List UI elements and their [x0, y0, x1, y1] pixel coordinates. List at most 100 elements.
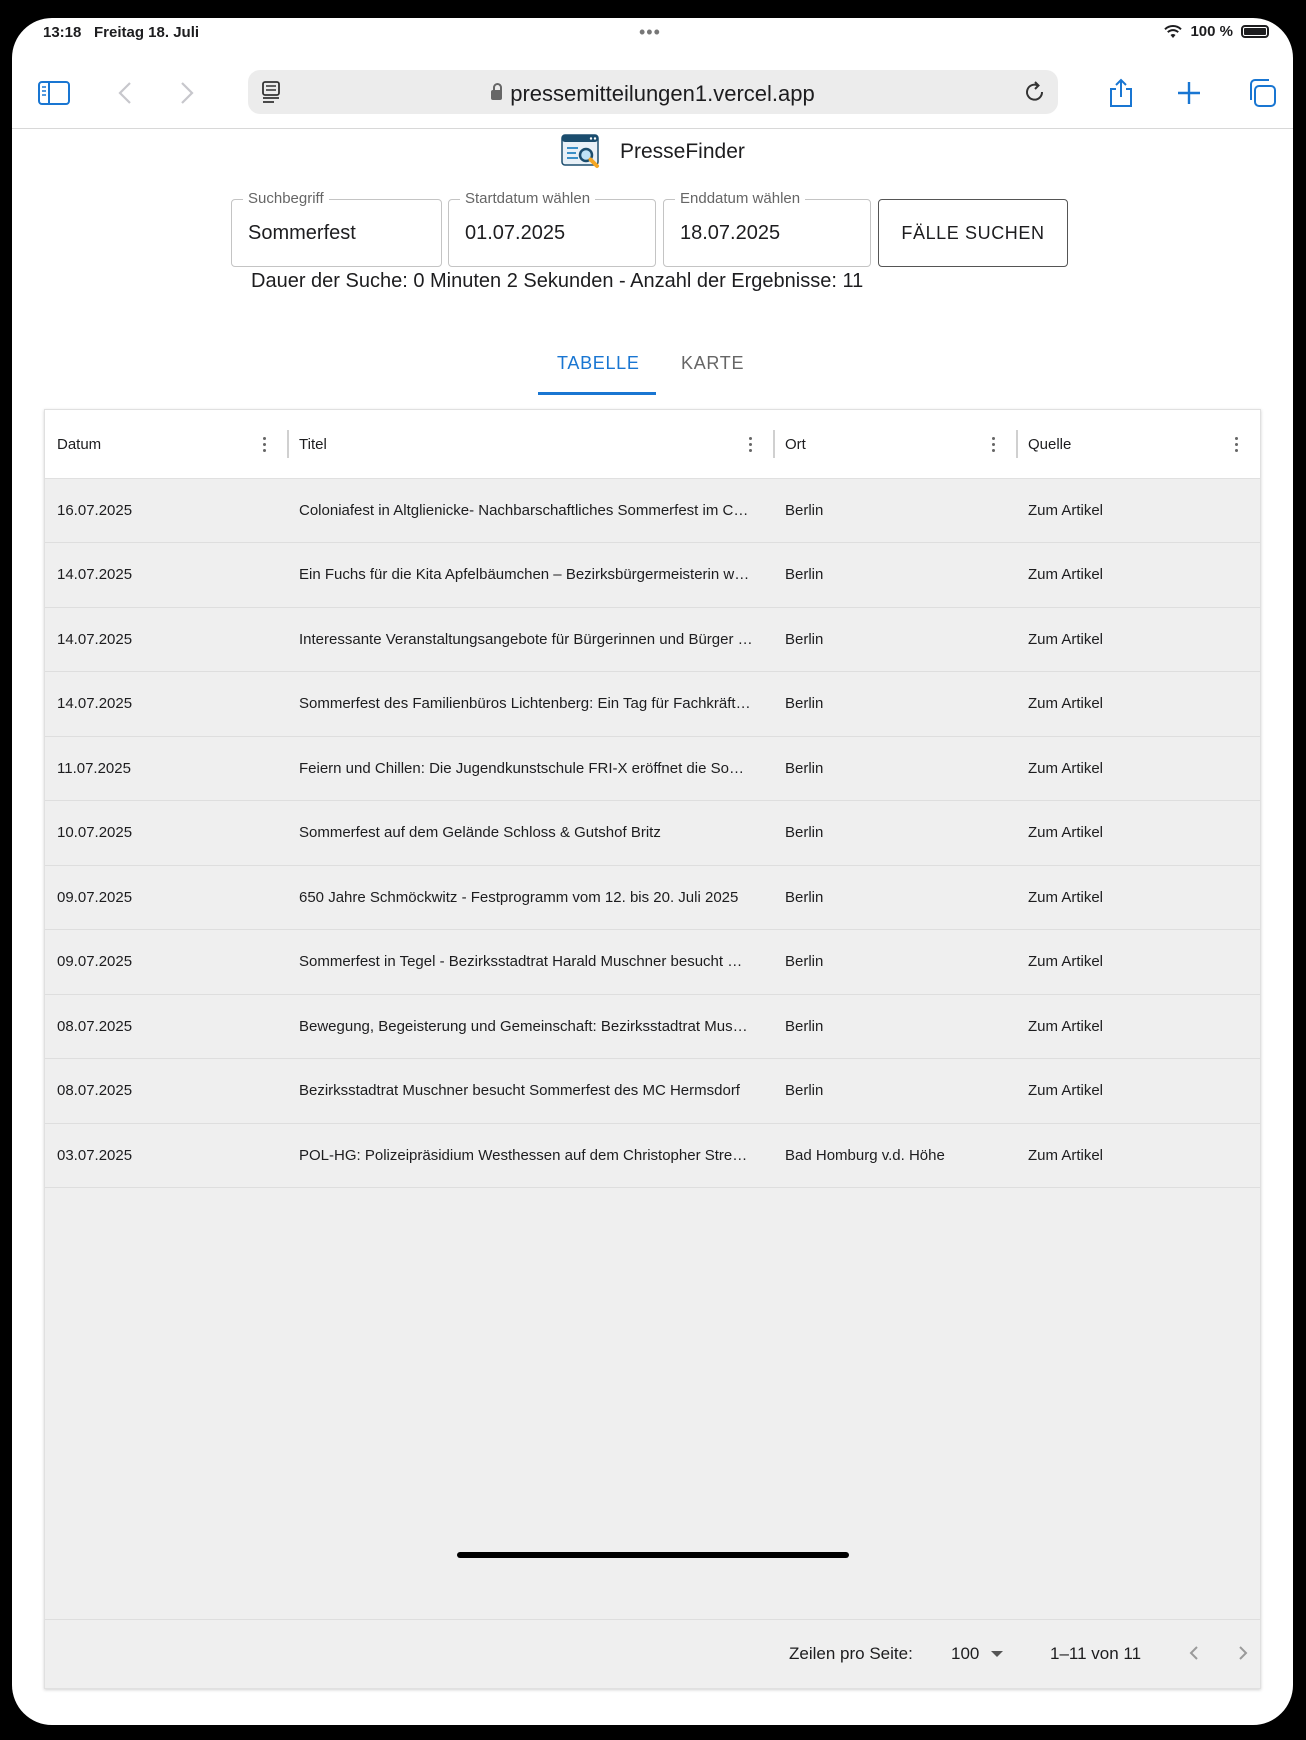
wifi-icon: [1164, 24, 1183, 38]
sidebar-toggle-icon[interactable]: [37, 76, 71, 110]
browser-toolbar: pressemitteilungen1.vercel.app: [12, 52, 1293, 129]
table-row[interactable]: 09.07.2025 650 Jahre Schmöckwitz - Festpr…: [45, 865, 1260, 930]
cell-date: 09.07.2025: [57, 888, 133, 906]
back-icon[interactable]: [108, 76, 142, 110]
table-row[interactable]: 11.07.2025 Feiern und Chillen: Die Jugend…: [45, 736, 1260, 801]
cell-place: Berlin: [785, 953, 824, 970]
address-bar[interactable]: pressemitteilungen1.vercel.app: [248, 70, 1058, 114]
source-link[interactable]: Zum Artikel: [1028, 930, 1248, 994]
status-indicators: 100 %: [1164, 23, 1269, 40]
results-table: Datum Titel Ort Quelle 16.07.2025 Colonia…: [44, 409, 1261, 1689]
ipad-screen: 13:18 Freitag 18. Juli ••• 100 % pressem…: [12, 18, 1293, 1725]
cell-place: Berlin: [785, 888, 824, 906]
table-row[interactable]: 08.07.2025 Bezirksstadtrat Muschner besuc…: [45, 1059, 1260, 1124]
rows-per-page-select[interactable]: 100: [951, 1644, 1004, 1664]
reload-icon[interactable]: [1024, 80, 1046, 109]
table-row[interactable]: 14.07.2025 Interessante Veranstaltungsang…: [45, 607, 1260, 672]
tab-overview-icon[interactable]: [1245, 76, 1279, 110]
cell-date: 14.07.2025: [57, 630, 133, 648]
cell-place: Berlin: [785, 566, 824, 583]
cell-title: Bewegung, Begeisterung und Gemeinschaft:…: [299, 1017, 748, 1035]
column-menu-icon[interactable]: [983, 434, 1003, 454]
source-link[interactable]: Zum Artikel: [1028, 736, 1248, 800]
column-separator[interactable]: [1016, 430, 1018, 458]
cell-place: Berlin: [785, 824, 824, 841]
battery-percent: 100 %: [1190, 23, 1233, 40]
rows-per-page-value: 100: [951, 1644, 980, 1663]
new-tab-icon[interactable]: [1172, 76, 1206, 110]
source-link[interactable]: Zum Artikel: [1028, 607, 1248, 671]
end-date-field[interactable]: Enddatum wählen 18.07.2025: [663, 190, 871, 267]
search-term-label: Suchbegriff: [243, 190, 329, 207]
cell-title: Bezirksstadtrat Muschner besucht Sommerf…: [299, 1082, 740, 1099]
table-row[interactable]: 08.07.2025 Bewegung, Begeisterung und Gem…: [45, 994, 1260, 1059]
app-header: PresseFinder: [560, 131, 745, 173]
column-menu-icon[interactable]: [254, 434, 274, 454]
page-range: 1–11 von 11: [1050, 1644, 1142, 1663]
cell-title: POL-HG: Polizeipräsidium Westhessen auf …: [299, 1146, 748, 1164]
share-icon[interactable]: [1104, 76, 1138, 110]
cell-title: Interessante Veranstaltungsangebote für …: [299, 630, 753, 648]
cell-title: Sommerfest auf dem Gelände Schloss & Gut…: [299, 824, 661, 841]
search-result-info: Dauer der Suche: 0 Minuten 2 Sekunden - …: [251, 270, 864, 292]
cell-date: 14.07.2025: [57, 566, 133, 583]
app-title: PresseFinder: [620, 140, 745, 163]
table-row[interactable]: 14.07.2025 Ein Fuchs für die Kita Apfelbä…: [45, 543, 1260, 608]
cell-place: Berlin: [785, 630, 824, 648]
tab-tabelle[interactable]: TABELLE: [557, 353, 640, 374]
table-row[interactable]: 03.07.2025 POL-HG: Polizeipräsidium Westh…: [45, 1123, 1260, 1188]
search-term-field[interactable]: Suchbegriff Sommerfest: [231, 190, 442, 267]
table-header: Datum Titel Ort Quelle: [45, 410, 1260, 479]
search-cases-button[interactable]: FÄLLE SUCHEN: [878, 199, 1068, 267]
search-term-input[interactable]: Sommerfest: [248, 222, 356, 245]
source-link[interactable]: Zum Artikel: [1028, 478, 1248, 542]
column-menu-icon[interactable]: [740, 434, 760, 454]
column-menu-icon[interactable]: [1226, 434, 1246, 454]
table-row[interactable]: 09.07.2025 Sommerfest in Tegel - Bezirkss…: [45, 930, 1260, 995]
url-display[interactable]: pressemitteilungen1.vercel.app: [248, 81, 1058, 107]
active-tab-indicator: [538, 392, 656, 395]
source-link[interactable]: Zum Artikel: [1028, 543, 1248, 607]
app-logo-icon: [561, 134, 599, 168]
source-link[interactable]: Zum Artikel: [1028, 672, 1248, 736]
table-row[interactable]: 16.07.2025 Coloniafest in Altglienicke- N…: [45, 478, 1260, 543]
forward-icon[interactable]: [170, 76, 204, 110]
source-link[interactable]: Zum Artikel: [1028, 1059, 1248, 1123]
start-date-field[interactable]: Startdatum wählen 01.07.2025: [448, 190, 656, 267]
home-indicator[interactable]: [457, 1552, 849, 1558]
cell-place: Berlin: [785, 501, 824, 519]
source-link[interactable]: Zum Artikel: [1028, 1123, 1248, 1187]
column-header-datum[interactable]: Datum: [57, 410, 101, 478]
cell-date: 08.07.2025: [57, 1082, 133, 1099]
multitasking-dots-icon[interactable]: •••: [639, 22, 661, 43]
source-link[interactable]: Zum Artikel: [1028, 865, 1248, 929]
cell-date: 03.07.2025: [57, 1146, 133, 1164]
next-page-icon[interactable]: [1230, 1640, 1256, 1666]
cell-date: 16.07.2025: [57, 501, 133, 519]
column-header-ort[interactable]: Ort: [785, 410, 806, 478]
status-time: 13:18: [43, 24, 82, 41]
cell-title: Feiern und Chillen: Die Jugendkunstschul…: [299, 759, 744, 777]
end-date-input[interactable]: 18.07.2025: [680, 222, 780, 245]
tab-karte[interactable]: KARTE: [681, 353, 744, 374]
cell-title: Sommerfest des Familienbüros Lichtenberg…: [299, 695, 751, 712]
cell-date: 10.07.2025: [57, 824, 133, 841]
cell-title: Sommerfest in Tegel - Bezirksstadtrat Ha…: [299, 953, 743, 970]
cell-place: Berlin: [785, 1082, 824, 1099]
column-header-quelle[interactable]: Quelle: [1028, 410, 1071, 478]
previous-page-icon[interactable]: [1181, 1640, 1207, 1666]
source-link[interactable]: Zum Artikel: [1028, 801, 1248, 865]
source-link[interactable]: Zum Artikel: [1028, 994, 1248, 1058]
cell-place: Bad Homburg v.d. Höhe: [785, 1146, 945, 1164]
status-bar: 13:18 Freitag 18. Juli ••• 100 %: [12, 18, 1293, 52]
column-header-titel[interactable]: Titel: [299, 410, 327, 478]
end-date-label: Enddatum wählen: [675, 190, 806, 207]
table-row[interactable]: 14.07.2025 Sommerfest des Familienbüros L…: [45, 672, 1260, 737]
start-date-input[interactable]: 01.07.2025: [465, 222, 565, 245]
status-date: Freitag 18. Juli: [94, 24, 200, 41]
column-separator[interactable]: [287, 430, 289, 458]
table-row[interactable]: 10.07.2025 Sommerfest auf dem Gelände Sch…: [45, 801, 1260, 866]
cell-title: Ein Fuchs für die Kita Apfelbäumchen – B…: [299, 566, 750, 583]
cell-date: 08.07.2025: [57, 1017, 133, 1035]
column-separator[interactable]: [773, 430, 775, 458]
